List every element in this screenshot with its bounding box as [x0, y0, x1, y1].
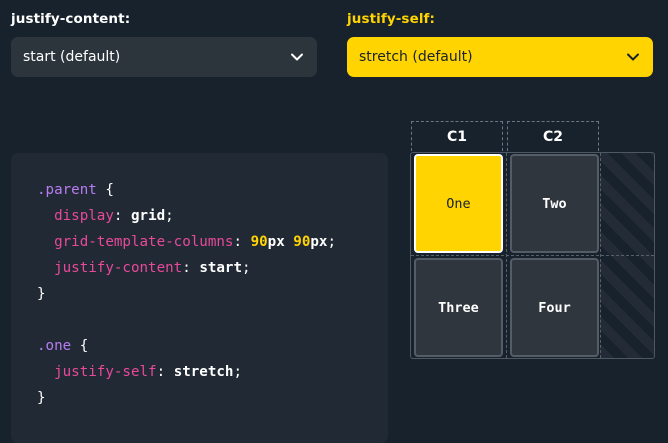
code-punctuation: ; — [327, 234, 337, 250]
code-number: 90 — [250, 234, 268, 250]
code-selector: .one — [37, 338, 72, 354]
justify-self-label: justify-self: — [347, 11, 436, 27]
code-number: 90 — [293, 234, 311, 250]
code-punctuation: ; — [165, 208, 174, 224]
code-punctuation: ; — [233, 364, 243, 380]
code-punctuation: : — [113, 208, 131, 224]
grid-item-three: Three — [414, 258, 503, 357]
chevron-down-icon — [625, 49, 641, 65]
justify-content-label: justify-content: — [11, 11, 131, 27]
grid-item-two: Two — [510, 154, 599, 253]
code-unit: px — [267, 234, 285, 250]
code-selector: .parent — [37, 182, 97, 198]
code-property: grid-template-columns — [54, 234, 234, 250]
justify-content-value: start (default) — [23, 49, 121, 65]
code-punctuation: ; — [242, 260, 251, 276]
justify-content-select[interactable]: start (default) — [11, 37, 317, 77]
code-line: .parent { — [37, 177, 388, 203]
code-punctuation: : — [182, 260, 200, 276]
track-line — [411, 255, 654, 256]
code-punctuation: : — [233, 234, 251, 250]
code-line: display: grid; — [37, 203, 388, 229]
code-value: grid — [130, 208, 166, 224]
code-value: start — [199, 260, 243, 276]
css-code-block: .parent { display: grid; grid-template-c… — [11, 153, 388, 443]
code-line: } — [37, 385, 388, 411]
code-line: grid-template-columns: 90px 90px; — [37, 229, 388, 255]
code-punctuation: } — [37, 390, 46, 406]
justify-self-select[interactable]: stretch (default) — [347, 37, 653, 77]
chevron-down-icon — [289, 49, 305, 65]
code-line: } — [37, 281, 388, 307]
code-punctuation: { — [96, 182, 114, 198]
code-punctuation: } — [37, 286, 46, 302]
justify-self-value: stretch (default) — [359, 49, 473, 65]
code-line: .one { — [37, 333, 388, 359]
code-punctuation: : — [156, 364, 174, 380]
column-header-c1: C1 — [411, 121, 503, 151]
grid-item-four: Four — [510, 258, 599, 357]
column-header-c2: C2 — [507, 121, 599, 151]
grid-item-one: One — [414, 154, 503, 253]
code-unit: px — [310, 234, 328, 250]
code-line: justify-content: start; — [37, 255, 388, 281]
code-punctuation: { — [71, 338, 89, 354]
code-punctuation — [285, 234, 294, 250]
code-property: display — [54, 208, 114, 224]
code-value: stretch — [173, 364, 234, 380]
code-line: justify-self: stretch; — [37, 359, 388, 385]
code-property: justify-content — [54, 260, 183, 276]
code-property: justify-self — [54, 364, 157, 380]
